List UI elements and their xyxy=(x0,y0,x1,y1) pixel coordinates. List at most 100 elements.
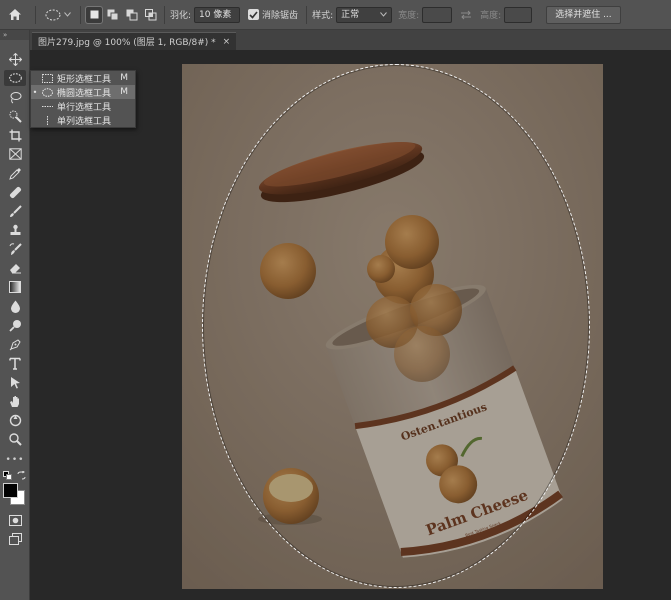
screen-mode-button[interactable] xyxy=(4,531,26,547)
screen-mode-icon xyxy=(8,533,22,545)
home-button[interactable] xyxy=(0,0,30,30)
separator xyxy=(80,5,81,24)
clone-stamp-tool[interactable] xyxy=(4,222,26,238)
close-icon[interactable]: × xyxy=(223,37,231,47)
flyout-item-label: 矩形选框工具 xyxy=(57,74,112,85)
document-tab[interactable]: 图片279.jpg @ 100% (图层 1, RGB/8#) * × xyxy=(32,32,237,50)
flyout-item-shortcut: M xyxy=(120,73,128,83)
quick-selection-icon xyxy=(9,110,22,123)
flyout-item-shortcut: M xyxy=(120,87,128,97)
healing-brush-tool[interactable] xyxy=(4,184,26,200)
style-dropdown[interactable]: 正常 xyxy=(336,6,393,23)
add-to-selection-button[interactable] xyxy=(105,7,121,23)
eraser-tool[interactable] xyxy=(4,260,26,276)
feather-label: 羽化: xyxy=(170,11,192,21)
single-column-marquee-icon xyxy=(46,115,48,125)
tools-panel: » ••• xyxy=(0,30,30,600)
separator xyxy=(164,5,165,24)
flyout-item-ellipse-marquee[interactable]: • 椭圆选框工具 M xyxy=(31,85,135,99)
style-value: 正常 xyxy=(341,9,360,20)
move-tool[interactable] xyxy=(4,51,26,67)
3d-tool[interactable] xyxy=(4,412,26,428)
antialias-checkbox[interactable] xyxy=(248,9,260,20)
cursor-arrow-icon xyxy=(10,376,20,388)
crop-icon xyxy=(9,129,21,141)
tool-preset-picker[interactable] xyxy=(41,9,75,21)
width-label: 宽度: xyxy=(398,11,420,21)
rect-marquee-icon xyxy=(41,73,53,83)
path-selection-tool[interactable] xyxy=(4,374,26,390)
swap-colors-icon[interactable] xyxy=(17,471,26,480)
type-tool[interactable] xyxy=(4,355,26,371)
flyout-item-single-column-marquee[interactable]: 单列选框工具 xyxy=(31,113,135,127)
move-icon xyxy=(8,52,22,66)
history-brush-tool[interactable] xyxy=(4,241,26,257)
add-selection-icon xyxy=(107,9,119,20)
quick-mask-icon xyxy=(8,514,22,526)
ellipse-marquee-icon xyxy=(8,73,22,83)
elliptical-marquee-tool[interactable] xyxy=(4,70,26,86)
antialias-label: 消除锯齿 xyxy=(262,11,299,21)
separator xyxy=(35,5,36,24)
checkmark-icon xyxy=(249,10,258,19)
foreground-color-swatch[interactable] xyxy=(3,483,18,498)
chevron-down-icon xyxy=(64,12,71,17)
lasso-tool[interactable] xyxy=(4,89,26,105)
flyout-item-label: 单行选框工具 xyxy=(57,102,112,113)
ellipse-marquee-icon xyxy=(41,87,53,97)
quick-mask-button[interactable] xyxy=(4,512,26,528)
intersect-selection-button[interactable] xyxy=(143,7,159,23)
intersect-selection-icon xyxy=(145,8,157,20)
selected-bullet: • xyxy=(32,87,38,97)
selection-mode-group xyxy=(85,5,159,24)
crop-tool[interactable] xyxy=(4,127,26,143)
pen-tool[interactable] xyxy=(4,336,26,352)
color-swap-controls xyxy=(3,471,27,482)
frame-tool[interactable] xyxy=(4,146,26,162)
chevron-down-icon xyxy=(380,12,387,17)
flyout-item-single-row-marquee[interactable]: 单行选框工具 xyxy=(31,99,135,113)
brush-icon xyxy=(9,204,22,217)
default-colors-icon[interactable] xyxy=(3,471,12,480)
brush-tool[interactable] xyxy=(4,203,26,219)
rectangle-tool[interactable] xyxy=(4,393,26,409)
dodge-tool[interactable] xyxy=(4,317,26,333)
bandage-icon xyxy=(9,186,21,198)
gradient-tool[interactable] xyxy=(4,279,26,295)
eyedropper-tool[interactable] xyxy=(4,165,26,181)
hand-icon xyxy=(9,395,19,407)
history-brush-icon xyxy=(9,242,22,255)
type-icon xyxy=(9,357,21,370)
lasso-icon xyxy=(10,91,21,103)
ellipse-marquee-icon xyxy=(45,9,61,20)
stamp-icon xyxy=(10,224,20,235)
gradient-icon xyxy=(9,281,21,293)
collapse-toolbar-icon[interactable]: » xyxy=(0,30,29,40)
elliptical-selection-marquee xyxy=(202,64,590,588)
subtract-selection-icon xyxy=(126,9,138,20)
new-selection-icon xyxy=(90,10,98,19)
select-and-mask-button[interactable]: 选择并遮住 ... xyxy=(546,5,621,24)
document-tab-bar: 图片279.jpg @ 100% (图层 1, RGB/8#) * × xyxy=(30,30,671,50)
zoom-tool[interactable] xyxy=(4,431,26,447)
eraser-icon xyxy=(9,264,21,274)
new-selection-button[interactable] xyxy=(85,5,103,24)
more-tools-icon[interactable]: ••• xyxy=(4,452,26,468)
single-row-marquee-icon xyxy=(41,105,53,107)
feather-input[interactable]: 10 像素 xyxy=(194,6,241,23)
flyout-item-label: 单列选框工具 xyxy=(57,116,112,127)
quick-selection-tool[interactable] xyxy=(4,108,26,124)
options-bar: 羽化: 10 像素 消除锯齿 样式: 正常 宽度: 高度: 选择并遮住 ... xyxy=(0,0,671,30)
flyout-item-rect-marquee[interactable]: 矩形选框工具 M xyxy=(31,71,135,85)
eyedropper-icon xyxy=(8,167,21,180)
subtract-from-selection-button[interactable] xyxy=(124,7,140,23)
home-icon xyxy=(9,9,21,20)
rotate-view-icon xyxy=(9,414,21,426)
blur-tool[interactable] xyxy=(4,298,26,314)
style-label: 样式: xyxy=(312,11,334,21)
frame-icon xyxy=(8,148,22,160)
droplet-icon xyxy=(10,300,20,313)
dodge-icon xyxy=(8,319,21,332)
swap-width-height-icon xyxy=(461,10,472,19)
zoom-icon xyxy=(8,432,22,446)
